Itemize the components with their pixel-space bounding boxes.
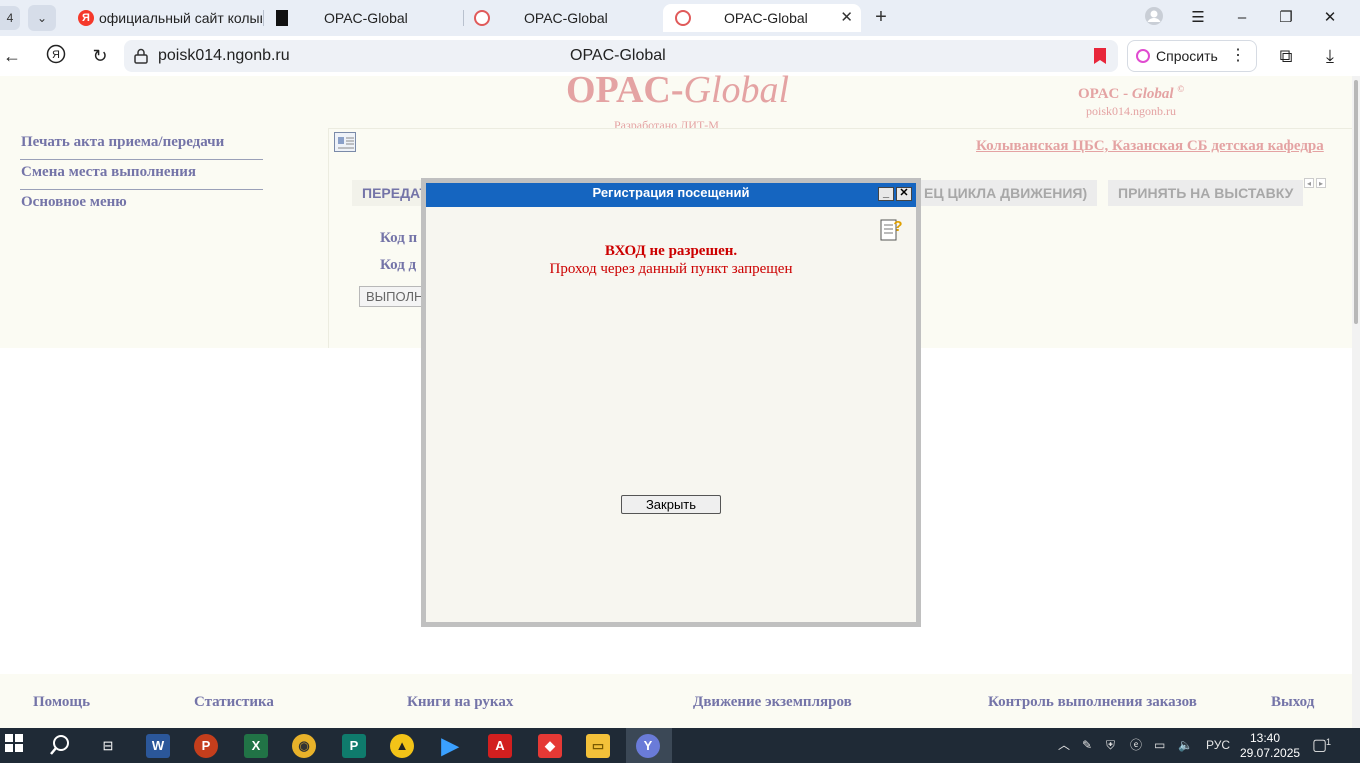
word-icon[interactable]: W bbox=[146, 734, 170, 758]
new-tab-icon[interactable]: + bbox=[870, 6, 892, 28]
opac-favicon-icon bbox=[675, 10, 691, 26]
footer-link-statistics[interactable]: Статистика bbox=[194, 694, 274, 711]
ask-button[interactable]: Спросить ⋮ bbox=[1127, 40, 1257, 72]
side-menu: Печать акта приема/передачи Смена места … bbox=[20, 130, 263, 220]
minimize-icon[interactable]: – bbox=[1230, 6, 1254, 30]
task-view-icon[interactable]: ⊟ bbox=[96, 734, 120, 758]
back-icon[interactable]: ← bbox=[0, 44, 24, 68]
remote-app-icon[interactable]: ◆ bbox=[538, 734, 562, 758]
error-message: Проход через данный пункт запрещен bbox=[549, 261, 793, 277]
tab-title: OPAC-Global bbox=[324, 10, 408, 26]
system-clock[interactable]: 13:40 29.07.2025 bbox=[1240, 731, 1301, 761]
tab-scroll-left-icon[interactable]: ◂ bbox=[1304, 178, 1314, 188]
tab-accept-exhibition[interactable]: ПРИНЯТЬ НА ВЫСТАВКУ bbox=[1108, 180, 1304, 206]
tab-bookmark[interactable]: OPAC-Global bbox=[264, 4, 464, 32]
notification-count: 1 bbox=[1326, 737, 1332, 747]
tab-opac-active[interactable]: OPAC-Global ✕ bbox=[663, 4, 861, 32]
tab-cycle-end[interactable]: ЕЦ ЦИКЛА ДВИЖЕНИЯ) bbox=[914, 180, 1098, 206]
organization-link[interactable]: Колыванская ЦБС, Казанская СБ детская ка… bbox=[976, 138, 1324, 155]
search-icon[interactable] bbox=[48, 734, 72, 758]
tab-opac-2[interactable]: OPAC-Global bbox=[464, 4, 662, 32]
clock-time: 13:40 bbox=[1249, 731, 1281, 745]
menu-item-change-location[interactable]: Смена места выполнения bbox=[20, 160, 263, 190]
close-tab-icon[interactable]: ✕ bbox=[840, 4, 853, 32]
svg-text:Я: Я bbox=[52, 49, 60, 61]
clock-date: 29.07.2025 bbox=[1240, 746, 1301, 760]
reload-icon[interactable]: ↻ bbox=[88, 44, 112, 68]
opac-logo: OPAC-Global bbox=[566, 69, 790, 111]
help-notes-icon[interactable]: ? bbox=[880, 217, 904, 243]
tray-app-icon[interactable]: ✎ bbox=[1082, 728, 1092, 763]
tab-list-dropdown[interactable]: ⌄ bbox=[28, 5, 56, 31]
footer-link-order-control[interactable]: Контроль выполнения заказов bbox=[988, 694, 1197, 711]
brand-label: OPAC - Global © bbox=[1078, 84, 1185, 102]
dialog-minimize-icon[interactable]: _ bbox=[878, 187, 894, 201]
yandex-browser-icon[interactable]: Y bbox=[636, 734, 660, 758]
ask-icon bbox=[1136, 49, 1150, 63]
start-icon[interactable] bbox=[2, 734, 26, 758]
excel-icon[interactable]: X bbox=[244, 734, 268, 758]
pdf-reader-icon[interactable]: A bbox=[488, 734, 512, 758]
notifications-icon[interactable]: ▢ bbox=[1312, 728, 1327, 763]
download-icon[interactable]: ⤓ bbox=[1318, 44, 1342, 68]
lock-icon bbox=[134, 48, 148, 64]
menu-item-main-menu[interactable]: Основное меню bbox=[20, 190, 263, 220]
viewer-app-icon[interactable]: ◉ bbox=[292, 734, 316, 758]
tab-title: OPAC-Global bbox=[524, 10, 608, 26]
network-icon[interactable]: ▭ bbox=[1154, 728, 1165, 763]
menu-item-print-act[interactable]: Печать акта приема/передачи bbox=[20, 130, 263, 160]
scrollbar-thumb[interactable] bbox=[1354, 80, 1358, 324]
tab-scroll-arrows: ◂ ▸ bbox=[1304, 178, 1328, 188]
powerpoint-icon[interactable]: P bbox=[194, 734, 218, 758]
svg-text:?: ? bbox=[893, 218, 902, 235]
footer-nav: Помощь Статистика Книги на руках Движени… bbox=[0, 674, 1352, 728]
profile-icon[interactable] bbox=[1142, 6, 1166, 30]
tab-official-site[interactable]: Я официальный сайт колыв bbox=[66, 4, 262, 32]
volume-icon[interactable]: 🔈 bbox=[1178, 728, 1193, 763]
footer-link-copy-movement[interactable]: Движение экземпляров bbox=[693, 694, 852, 711]
show-hidden-icons-icon[interactable]: ︿ bbox=[1058, 728, 1070, 763]
tab-count-badge[interactable]: 4 bbox=[0, 6, 20, 30]
dialog-title: Регистрация посещений bbox=[592, 185, 750, 200]
bookmark-icon[interactable] bbox=[1094, 48, 1106, 64]
ask-button-label: Спросить bbox=[1156, 48, 1218, 64]
dialog-title-bar[interactable]: Регистрация посещений _ ✕ bbox=[426, 183, 916, 207]
media-player-icon[interactable]: ▶ bbox=[438, 734, 462, 758]
close-button[interactable]: Закрыть bbox=[621, 495, 721, 514]
opac-favicon-icon bbox=[474, 10, 490, 26]
footer-link-exit[interactable]: Выход bbox=[1271, 694, 1314, 711]
dialog-close-icon[interactable]: ✕ bbox=[896, 187, 912, 201]
error-title: ВХОД не разрешен. bbox=[604, 243, 738, 259]
brand-url: poisk014.ngonb.ru bbox=[1086, 104, 1176, 118]
footer-link-books-on-hand[interactable]: Книги на руках bbox=[407, 694, 513, 711]
footer-link-help[interactable]: Помощь bbox=[33, 694, 90, 711]
visit-registration-dialog: Регистрация посещений _ ✕ ? ВХОД не разр… bbox=[421, 178, 921, 627]
publisher-icon[interactable]: P bbox=[342, 734, 366, 758]
tab-title: OPAC-Global bbox=[724, 10, 808, 26]
close-window-icon[interactable]: ✕ bbox=[1318, 6, 1342, 30]
tab-title: официальный сайт колыв bbox=[99, 10, 262, 26]
file-explorer-icon[interactable]: ▭ bbox=[586, 734, 610, 758]
bookmark-favicon-icon bbox=[276, 10, 288, 26]
edge-tray-icon[interactable]: ⓔ bbox=[1130, 728, 1142, 763]
code-field-label-1: Код п bbox=[380, 230, 418, 246]
extensions-icon[interactable]: ⧉ bbox=[1274, 44, 1298, 68]
code-field-label-2: Код д bbox=[380, 257, 417, 273]
windows-taskbar: ⊟ W P X ◉ P ▲ ▶ A ◆ ▭ Y ︿ ✎ ⛨ ⓔ ▭ 🔈 РУС … bbox=[0, 728, 1360, 763]
language-indicator[interactable]: РУС bbox=[1206, 728, 1230, 763]
url-text: poisk014.ngonb.ru bbox=[158, 47, 290, 64]
warning-app-icon[interactable]: ▲ bbox=[390, 734, 414, 758]
reader-card-icon[interactable] bbox=[334, 132, 356, 152]
more-options-icon[interactable]: ⋮ bbox=[1230, 41, 1246, 71]
browser-tab-strip: 4 ⌄ Я официальный сайт колыв OPAC-Global… bbox=[0, 0, 1360, 36]
menu-icon[interactable]: ☰ bbox=[1186, 6, 1210, 30]
yandex-favicon-icon: Я bbox=[78, 10, 94, 26]
defender-icon[interactable]: ⛨ bbox=[1106, 728, 1115, 763]
tab-scroll-right-icon[interactable]: ▸ bbox=[1316, 178, 1326, 188]
yandex-icon[interactable]: Я bbox=[44, 44, 68, 68]
web-page: OPAC-Global Разработано ЛИТ-М OPAC - Glo… bbox=[0, 69, 1352, 728]
restore-icon[interactable]: ❐ bbox=[1274, 6, 1298, 30]
